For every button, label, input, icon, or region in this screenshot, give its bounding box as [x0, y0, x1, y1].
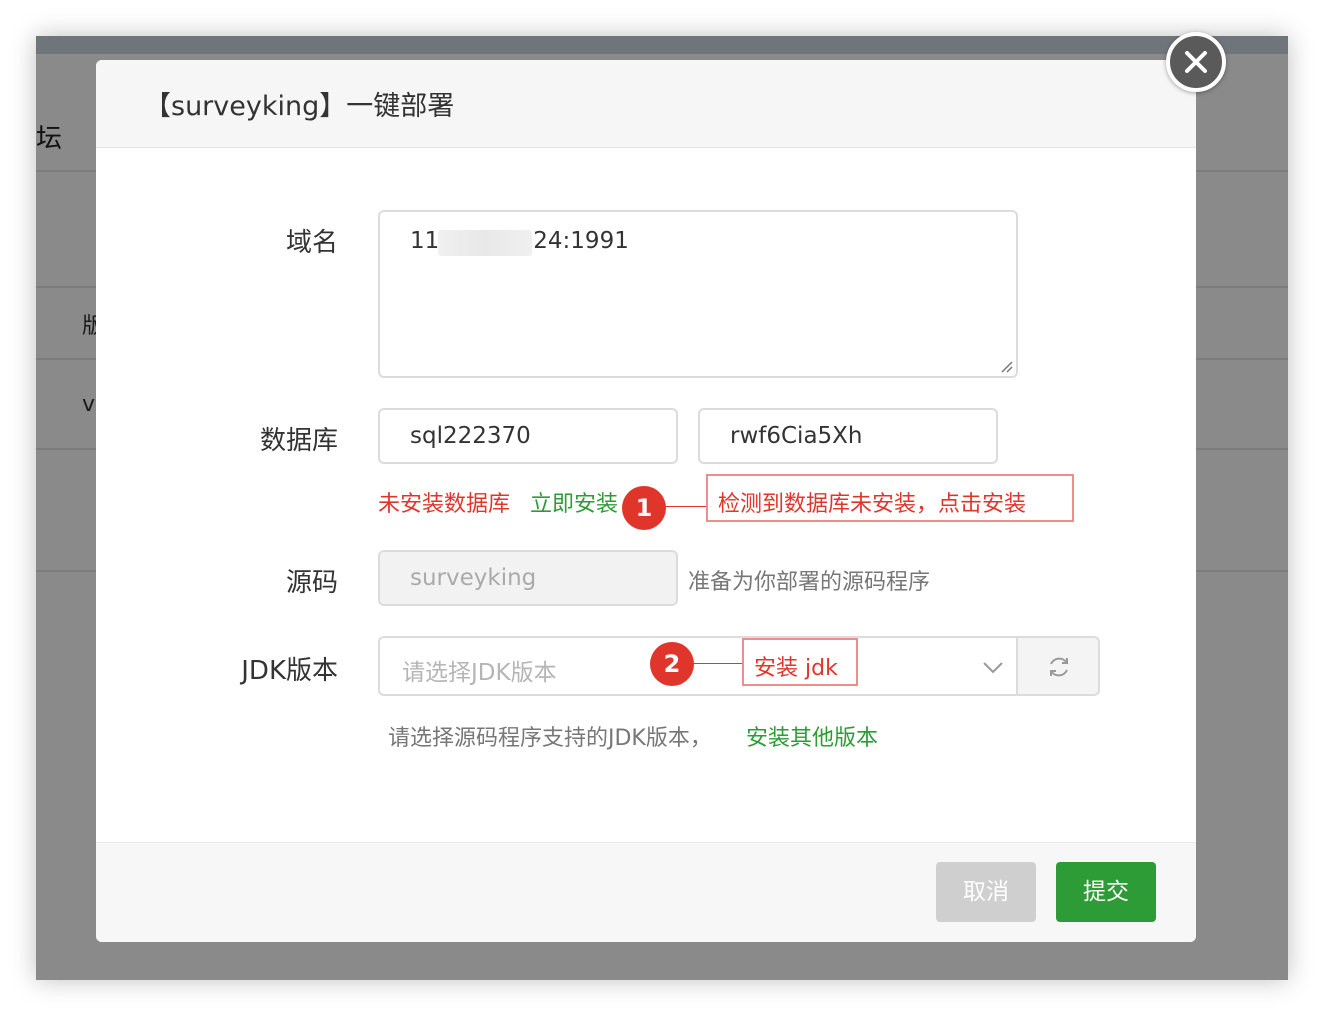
database-password-value: rwf6Cia5Xh	[730, 423, 863, 449]
jdk-label: JDK版本	[241, 656, 338, 686]
install-other-jdk-link[interactable]: 安装其他版本	[746, 720, 878, 752]
domain-value-prefix: 11	[410, 228, 440, 254]
source-value: surveyking	[410, 565, 537, 591]
install-database-link[interactable]: 立即安装	[530, 486, 618, 518]
jdk-select[interactable]: 请选择JDK版本	[378, 636, 1018, 696]
annotation-box-1: 检测到数据库未安装，点击安装	[706, 474, 1074, 522]
annotation-text-1: 检测到数据库未安装，点击安装	[718, 492, 1027, 517]
refresh-jdk-button[interactable]	[1016, 636, 1100, 696]
source-input: surveyking	[378, 550, 678, 606]
source-hint: 准备为你部署的源码程序	[688, 570, 931, 595]
modal-header: 【surveyking】一键部署	[96, 60, 1196, 148]
annotation-text-2: 安装 jdk	[754, 656, 838, 681]
close-button[interactable]	[1166, 32, 1226, 92]
redaction-blur	[438, 230, 532, 256]
close-icon	[1185, 51, 1207, 73]
jdk-hint: 请选择源码程序支持的JDK版本，	[388, 726, 712, 751]
annotation-badge-2: 2	[650, 642, 694, 686]
domain-value-suffix: 24:1991	[533, 228, 629, 254]
jdk-select-placeholder: 请选择JDK版本	[402, 660, 557, 686]
annotation-connector	[660, 506, 708, 507]
domain-label: 域名	[285, 228, 338, 258]
database-name-value: sql222370	[410, 423, 531, 449]
annotation-box-2: 安装 jdk	[742, 638, 858, 686]
database-password-input[interactable]: rwf6Cia5Xh	[698, 408, 998, 464]
database-label: 数据库	[259, 426, 338, 456]
source-label: 源码	[285, 568, 338, 598]
database-name-input[interactable]: sql222370	[378, 408, 678, 464]
resize-grip-icon[interactable]	[998, 358, 1014, 374]
annotation-connector	[690, 663, 744, 664]
domain-textarea[interactable]: 11 24:1991	[378, 210, 1018, 378]
annotation-badge-1: 1	[622, 486, 666, 530]
database-not-installed-text: 未安装数据库	[378, 492, 511, 517]
modal-title: 【surveyking】一键部署	[144, 91, 455, 122]
cancel-button[interactable]: 取消	[936, 862, 1036, 922]
submit-button[interactable]: 提交	[1056, 862, 1156, 922]
chevron-down-icon	[983, 662, 1003, 674]
refresh-icon	[1050, 657, 1068, 677]
